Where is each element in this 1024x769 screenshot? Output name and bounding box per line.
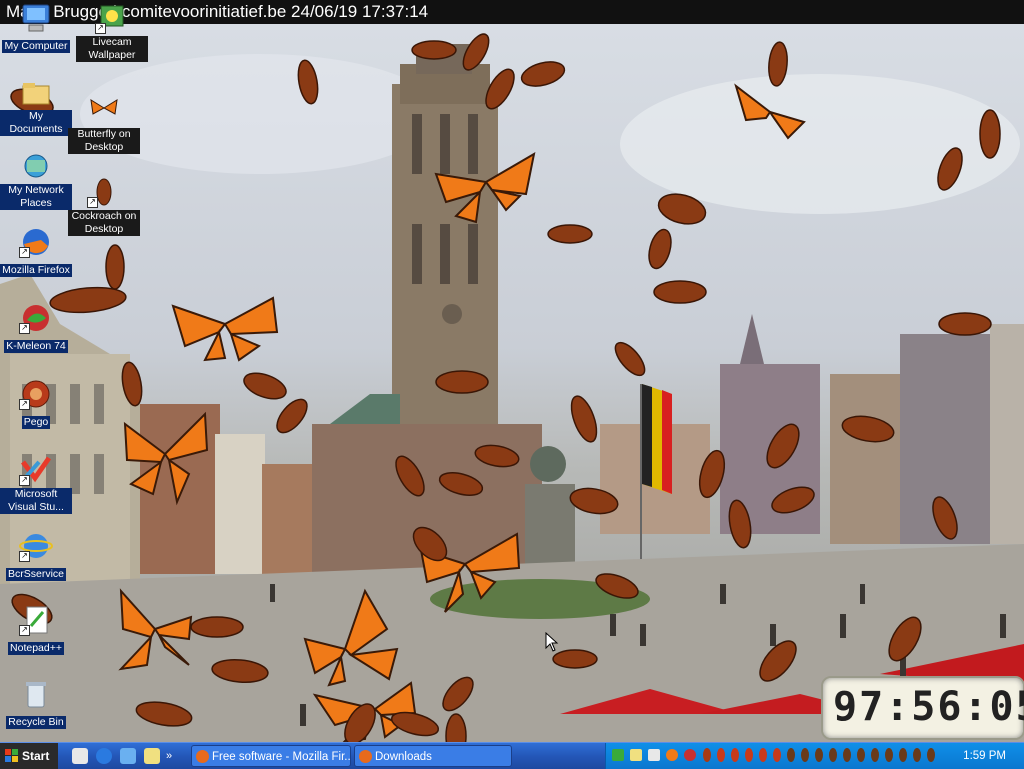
explorer-quicklaunch-icon[interactable] <box>120 748 136 764</box>
taskbar-button-downloads[interactable]: Downloads <box>354 745 512 767</box>
desktop-icon-label: Cockroach on Desktop <box>68 210 140 236</box>
desktop-icon-label: BcrSservice <box>5 568 66 581</box>
desktop-icon-my-network-places[interactable]: My Network Places <box>0 150 72 211</box>
pego-icon: ↗ <box>19 378 53 410</box>
desktop-icon-my-documents[interactable]: My Documents <box>0 76 72 137</box>
shortcut-arrow-icon: ↗ <box>19 475 30 486</box>
tray-app-icon[interactable] <box>648 749 660 761</box>
desktop-icon-label: Mozilla Firefox <box>0 264 72 277</box>
visual-studio-icon: ↗ <box>19 454 53 486</box>
internet-explorer-icon: ↗ <box>19 530 53 562</box>
tray-cockroach-icon[interactable] <box>814 747 824 763</box>
clock-digits: 97:56:05 <box>833 684 1024 730</box>
tray-cockroach-icon[interactable] <box>870 747 880 763</box>
livecam-icon: ↗ <box>95 2 129 34</box>
tray-app-icon[interactable] <box>666 749 678 761</box>
k-meleon-icon: ↗ <box>19 302 53 334</box>
start-label: Start <box>22 749 50 763</box>
shortcut-arrow-icon: ↗ <box>19 625 30 636</box>
tray-cockroach-icon[interactable] <box>912 747 922 763</box>
tray-cockroach-icon[interactable] <box>786 747 796 763</box>
tray-cockroach-icon[interactable] <box>800 747 810 763</box>
desktop-icon-visual-studio[interactable]: ↗ Microsoft Visual Stu... <box>0 454 72 515</box>
desktop-icon-notepad-plus-plus[interactable]: ↗ Notepad++ <box>0 604 72 656</box>
taskbar: Start » Free software - Mozilla Fir... D… <box>0 742 1024 769</box>
desktop-icon-label: Microsoft Visual Stu... <box>0 488 72 514</box>
shortcut-arrow-icon: ↗ <box>87 197 98 208</box>
cockroach-icon: ↗ <box>87 176 121 208</box>
tray-ant-icon[interactable] <box>702 747 712 763</box>
tray-app-icon[interactable] <box>684 749 696 761</box>
taskbar-button-label: Downloads <box>375 751 432 763</box>
tray-cockroach-icon[interactable] <box>898 747 908 763</box>
tray-cockroach-icon[interactable] <box>828 747 838 763</box>
livecam-banner: Markt Brugge | comitevoorinitiatief.be 2… <box>0 0 1024 24</box>
windows-flag-icon <box>5 749 18 762</box>
desktop-icon-pego[interactable]: ↗ Pego <box>0 378 72 430</box>
folder-documents-icon <box>19 76 53 108</box>
tray-cockroach-icon[interactable] <box>856 747 866 763</box>
tray-app-icon[interactable] <box>612 749 624 761</box>
desktop-icon-butterfly[interactable]: Butterfly on Desktop <box>68 94 140 155</box>
butterfly-icon <box>87 94 121 126</box>
tray-clock[interactable]: 1:59 PM <box>963 743 1006 769</box>
tray-cockroach-icon[interactable] <box>884 747 894 763</box>
media-quicklaunch-icon[interactable] <box>144 748 160 764</box>
livecam-wallpaper: 97:56:05 <box>0 24 1024 742</box>
firefox-icon <box>359 750 372 763</box>
computer-icon <box>19 2 53 34</box>
shortcut-arrow-icon: ↗ <box>19 399 30 410</box>
network-places-icon <box>19 150 53 182</box>
taskbar-button-firefox[interactable]: Free software - Mozilla Fir... <box>191 745 351 767</box>
firefox-icon <box>196 750 209 763</box>
desktop-icon-label: My Documents <box>0 110 72 136</box>
tray-cockroach-icon[interactable] <box>842 747 852 763</box>
quicklaunch-chevron-icon[interactable]: » <box>166 748 176 764</box>
countdown-clock-widget: 97:56:05 <box>821 676 1024 740</box>
tray-ant-icon[interactable] <box>758 747 768 763</box>
desktop-icon-cockroach[interactable]: ↗ Cockroach on Desktop <box>68 176 140 237</box>
desktop-icon-label: Recycle Bin <box>6 716 66 729</box>
show-desktop-icon[interactable] <box>72 748 88 764</box>
desktop-icon-recycle-bin[interactable]: Recycle Bin <box>0 678 72 730</box>
firefox-icon: ↗ <box>19 226 53 258</box>
shortcut-arrow-icon: ↗ <box>95 23 106 34</box>
mouse-cursor-icon <box>545 632 559 652</box>
shortcut-arrow-icon: ↗ <box>19 323 30 334</box>
desktop-icon-label: Pego <box>21 416 51 429</box>
system-tray: 1:59 PM <box>605 743 1024 769</box>
market-square-scene <box>0 33 1024 742</box>
desktop-icon-mozilla-firefox[interactable]: ↗ Mozilla Firefox <box>0 226 72 278</box>
recycle-bin-icon <box>19 678 53 710</box>
desktop-icon-label: Livecam Wallpaper <box>76 36 148 62</box>
desktop-icon-my-computer[interactable]: My Computer <box>0 2 72 54</box>
desktop-icon-label: K-Meleon 74 <box>4 340 68 353</box>
shortcut-arrow-icon: ↗ <box>19 247 30 258</box>
desktop-icon-label: Notepad++ <box>8 642 64 655</box>
tray-ant-icon[interactable] <box>716 747 726 763</box>
start-button[interactable]: Start <box>0 743 58 769</box>
tray-ant-icon[interactable] <box>744 747 754 763</box>
desktop-icon-label: My Network Places <box>0 184 72 210</box>
tray-cockroach-icon[interactable] <box>926 747 936 763</box>
taskbar-button-label: Free software - Mozilla Fir... <box>212 751 351 763</box>
desktop-icon-label: My Computer <box>2 40 70 53</box>
desktop-icon-k-meleon[interactable]: ↗ K-Meleon 74 <box>0 302 72 354</box>
desktop-icon-livecam-wallpaper[interactable]: ↗ Livecam Wallpaper <box>76 2 148 63</box>
shortcut-arrow-icon: ↗ <box>19 551 30 562</box>
desktop-icon-bcrsservice[interactable]: ↗ BcrSservice <box>0 530 72 582</box>
desktop-icon-label: Butterfly on Desktop <box>68 128 140 154</box>
tray-ant-icon[interactable] <box>772 747 782 763</box>
notepad-plus-plus-icon: ↗ <box>19 604 53 636</box>
tray-app-icon[interactable] <box>630 749 642 761</box>
tray-ant-icon[interactable] <box>730 747 740 763</box>
firefox-quicklaunch-icon[interactable] <box>96 748 112 764</box>
